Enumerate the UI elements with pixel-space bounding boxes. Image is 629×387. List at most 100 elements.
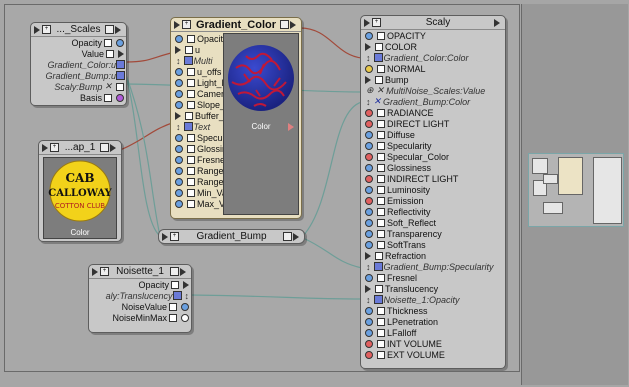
checkbox[interactable] (187, 199, 195, 208)
arrow-icon[interactable]: ↕ (176, 56, 181, 66)
port-icon[interactable] (365, 317, 373, 326)
port-icon[interactable] (175, 144, 183, 153)
checkbox[interactable] (106, 49, 114, 58)
port-icon[interactable] (365, 273, 373, 282)
checkbox[interactable] (187, 188, 195, 197)
checkbox[interactable] (377, 163, 385, 172)
scales-row-opacity[interactable]: Opacity (31, 37, 126, 48)
checkbox[interactable] (187, 144, 195, 153)
port-icon[interactable] (175, 199, 183, 208)
scaly-row-bump[interactable]: Bump (363, 74, 505, 85)
noisette-row-translucency[interactable]: aly:Translucency ↕ (89, 290, 191, 301)
list-icon[interactable] (116, 71, 125, 80)
checkbox[interactable] (187, 34, 195, 43)
scaly-row-glossiness[interactable]: Glossiness (363, 162, 505, 173)
gc-row[interactable]: u_offs (173, 66, 221, 77)
port-icon[interactable] (365, 108, 373, 117)
port-icon[interactable] (175, 78, 183, 87)
gc-row[interactable]: Glossin (173, 143, 227, 154)
grid-icon[interactable] (170, 267, 179, 276)
scaly-row-soft-reflect[interactable]: Soft_Reflect (363, 217, 505, 228)
map-node-header[interactable]: + ...ap_1 (39, 141, 121, 155)
port-icon[interactable] (365, 218, 373, 227)
close-icon[interactable]: ✕ (377, 85, 385, 96)
port-icon[interactable] (365, 207, 373, 216)
scales-row-gradient-bump[interactable]: Gradient_Bump:u (31, 70, 126, 81)
noisette-row-noiseminmax[interactable]: NoiseMinMax (89, 312, 191, 323)
gc-row[interactable]: Range_ (173, 165, 229, 176)
checkbox[interactable] (377, 339, 385, 348)
port-icon[interactable] (175, 188, 183, 197)
scaly-row-refraction[interactable]: Refraction (363, 250, 505, 261)
port-icon[interactable] (365, 185, 373, 194)
checkbox[interactable] (377, 31, 385, 40)
port-icon[interactable] (365, 196, 373, 205)
arrow-icon[interactable]: ↕ (366, 295, 371, 305)
port-icon[interactable] (175, 67, 183, 76)
port-icon[interactable] (116, 93, 124, 102)
scaly-row-transparency[interactable]: Transparency (363, 228, 505, 239)
checkbox[interactable] (187, 100, 195, 109)
maximize-icon[interactable]: + (100, 267, 109, 276)
noisette-row-opacity[interactable]: Opacity (89, 279, 191, 290)
maximize-icon[interactable]: + (182, 20, 191, 29)
scaly-row-int-volume[interactable]: INT VOLUME (363, 338, 505, 349)
checkbox[interactable] (377, 174, 385, 183)
output-arrow-icon[interactable] (288, 123, 294, 131)
port-icon[interactable] (365, 130, 373, 139)
scaly-row-reflectivity[interactable]: Reflectivity (363, 206, 505, 217)
checkbox[interactable] (377, 328, 385, 337)
render-tree-canvas[interactable]: + ..._Scales Opacity Value Gradient_Colo… (0, 0, 629, 387)
checkbox[interactable] (377, 273, 385, 282)
scaly-row-softtrans[interactable]: SoftTrans (363, 239, 505, 250)
input-arrow-icon[interactable] (175, 111, 181, 120)
checkbox[interactable] (377, 130, 385, 139)
scales-row-value[interactable]: Value (31, 48, 126, 59)
scaly-material-node[interactable]: + Scaly OPACITY COLOR ↕ Gradient_Color:Co… (360, 15, 506, 369)
port-icon[interactable] (365, 350, 373, 359)
port-icon[interactable] (365, 152, 373, 161)
checkbox[interactable] (377, 64, 385, 73)
gc-row[interactable]: Camer (173, 88, 224, 99)
gc-row[interactable]: ↕ Multi (173, 55, 221, 66)
gc-row[interactable]: Range_ (173, 176, 229, 187)
list-icon[interactable] (116, 60, 125, 69)
scales-node-header[interactable]: + ..._Scales (31, 23, 126, 37)
scaly-row-multinoise[interactable]: ⊕ ✕ MultiNoise_Scales:Value (363, 85, 505, 96)
noisette-node[interactable]: + Noisette_1 Opacity aly:Translucency ↕ N… (88, 264, 192, 333)
port-icon[interactable] (365, 64, 373, 73)
expand-icon[interactable] (92, 267, 98, 276)
maximize-icon[interactable]: + (50, 143, 59, 152)
checkbox[interactable] (375, 284, 383, 293)
scaly-row-diffuse[interactable]: Diffuse (363, 129, 505, 140)
scaly-row-radiance[interactable]: RADIANCE (363, 107, 505, 118)
port-icon[interactable] (365, 306, 373, 315)
image-map-node[interactable]: + ...ap_1 CAB CALLOWAY COTTON CLUB Color (38, 140, 122, 242)
gradient-bump-node[interactable]: + Gradient_Bump (158, 229, 305, 244)
gc-row[interactable]: Buffer_ (173, 110, 224, 121)
grid-icon[interactable] (100, 143, 109, 152)
port-icon[interactable] (181, 302, 189, 311)
input-arrow-icon[interactable] (365, 75, 371, 84)
port-icon[interactable] (175, 34, 183, 43)
output-arrow-icon[interactable] (290, 20, 296, 29)
port-icon[interactable] (365, 174, 373, 183)
checkbox[interactable] (377, 108, 385, 117)
port-icon[interactable] (116, 38, 124, 47)
input-arrow-icon[interactable] (365, 251, 371, 260)
checkbox[interactable] (375, 251, 383, 260)
scaly-row-color[interactable]: COLOR (363, 41, 505, 52)
checkbox[interactable] (116, 82, 124, 91)
checkbox[interactable] (187, 78, 195, 87)
checkbox[interactable] (377, 229, 385, 238)
close-icon[interactable]: ✕ (104, 81, 112, 92)
checkbox[interactable] (377, 196, 385, 205)
checkbox[interactable] (187, 89, 195, 98)
output-arrow-icon[interactable] (110, 143, 116, 152)
expand-icon[interactable] (364, 18, 370, 27)
scaly-row-normal[interactable]: NORMAL (363, 63, 505, 74)
port-icon[interactable] (175, 155, 183, 164)
gc-row[interactable]: Fresne (173, 154, 225, 165)
gradient-bump-header[interactable]: + Gradient_Bump (159, 230, 304, 243)
checkbox[interactable] (377, 152, 385, 161)
